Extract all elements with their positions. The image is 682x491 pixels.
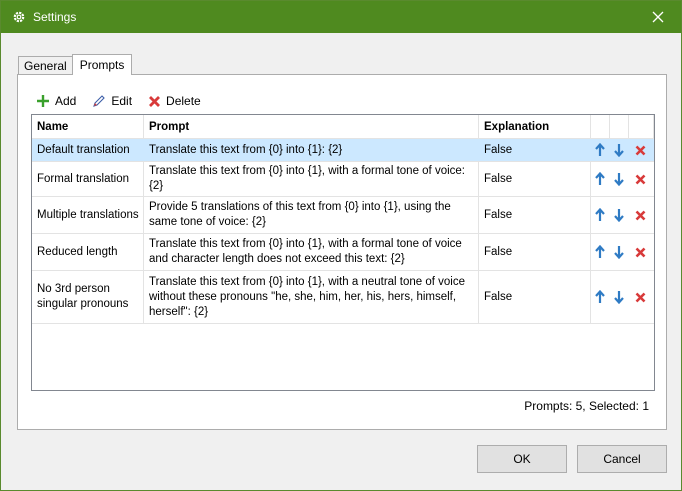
table-row[interactable]: Multiple translations Provide 5 translat… xyxy=(32,197,654,234)
grid-header: Name Prompt Explanation xyxy=(32,115,654,139)
cell-name: No 3rd person singular pronouns xyxy=(32,271,144,323)
move-up-button[interactable] xyxy=(591,271,610,323)
arrow-down-icon xyxy=(613,246,624,259)
column-header-name[interactable]: Name xyxy=(32,115,144,139)
delete-button[interactable]: Delete xyxy=(148,94,201,108)
close-button[interactable] xyxy=(635,1,681,33)
column-header-move-down xyxy=(610,115,629,139)
table-row[interactable]: Reduced length Translate this text from … xyxy=(32,234,654,271)
column-header-explanation[interactable]: Explanation xyxy=(479,115,591,139)
move-up-button[interactable] xyxy=(591,197,610,233)
move-down-button[interactable] xyxy=(610,271,629,323)
move-down-button[interactable] xyxy=(610,197,629,233)
cell-explanation: False xyxy=(479,234,591,270)
arrow-up-icon xyxy=(594,143,605,156)
close-icon xyxy=(652,11,664,23)
arrow-up-icon xyxy=(594,172,605,185)
gear-icon xyxy=(12,10,26,24)
arrow-down-icon xyxy=(613,173,624,186)
table-row[interactable]: No 3rd person singular pronouns Translat… xyxy=(32,271,654,324)
arrow-down-icon xyxy=(613,144,624,157)
tab-general[interactable]: General xyxy=(18,56,73,75)
pencil-icon xyxy=(92,94,106,108)
delete-x-icon xyxy=(148,95,161,108)
remove-row-button[interactable] xyxy=(629,162,654,196)
cell-prompt: Provide 5 translations of this text from… xyxy=(144,197,479,233)
status-text: Prompts: 5, Selected: 1 xyxy=(524,399,649,413)
delete-x-icon xyxy=(635,210,646,220)
remove-row-button[interactable] xyxy=(629,197,654,233)
cell-prompt: Translate this text from {0} into {1}: {… xyxy=(144,139,479,161)
arrow-down-icon xyxy=(613,209,624,222)
move-up-button[interactable] xyxy=(591,234,610,270)
cell-name: Default translation xyxy=(32,139,144,161)
move-up-button[interactable] xyxy=(591,139,610,161)
arrow-up-icon xyxy=(594,290,605,303)
delete-x-icon xyxy=(635,145,646,155)
cell-name: Multiple translations xyxy=(32,197,144,233)
move-down-button[interactable] xyxy=(610,139,629,161)
arrow-up-icon xyxy=(594,208,605,221)
cell-prompt: Translate this text from {0} into {1}, w… xyxy=(144,234,479,270)
remove-row-button[interactable] xyxy=(629,139,654,161)
cell-explanation: False xyxy=(479,271,591,323)
tab-strip: General Prompts xyxy=(18,54,133,75)
column-header-prompt[interactable]: Prompt xyxy=(144,115,479,139)
cell-explanation: False xyxy=(479,139,591,161)
edit-button[interactable]: Edit xyxy=(92,94,132,108)
settings-window: Settings General Prompts Add Edit Delete… xyxy=(0,0,682,491)
plus-icon xyxy=(36,94,50,108)
remove-row-button[interactable] xyxy=(629,234,654,270)
move-down-button[interactable] xyxy=(610,234,629,270)
cell-explanation: False xyxy=(479,197,591,233)
window-title: Settings xyxy=(33,10,77,24)
cell-prompt: Translate this text from {0} into {1}, w… xyxy=(144,271,479,323)
add-button[interactable]: Add xyxy=(36,94,76,108)
prompts-panel: Add Edit Delete Name Prompt Explanation xyxy=(17,74,667,430)
arrow-down-icon xyxy=(613,291,624,304)
table-row[interactable]: Formal translation Translate this text f… xyxy=(32,162,654,197)
add-label: Add xyxy=(55,94,77,108)
arrow-up-icon xyxy=(594,245,605,258)
cancel-button[interactable]: Cancel xyxy=(577,445,667,473)
prompts-grid: Name Prompt Explanation Default translat… xyxy=(31,114,655,391)
move-down-button[interactable] xyxy=(610,162,629,196)
remove-row-button[interactable] xyxy=(629,271,654,323)
move-up-button[interactable] xyxy=(591,162,610,196)
delete-x-icon xyxy=(635,247,646,257)
delete-x-icon xyxy=(635,174,646,184)
table-row[interactable]: Default translation Translate this text … xyxy=(32,139,654,162)
delete-label: Delete xyxy=(166,94,201,108)
tab-prompts[interactable]: Prompts xyxy=(71,54,133,75)
cell-prompt: Translate this text from {0} into {1}, w… xyxy=(144,162,479,196)
toolbar: Add Edit Delete xyxy=(36,91,217,111)
ok-button[interactable]: OK xyxy=(477,445,567,473)
column-header-move-up xyxy=(591,115,610,139)
column-header-remove xyxy=(629,115,654,139)
cell-name: Reduced length xyxy=(32,234,144,270)
cell-explanation: False xyxy=(479,162,591,196)
delete-x-icon xyxy=(635,292,646,302)
cell-name: Formal translation xyxy=(32,162,144,196)
edit-label: Edit xyxy=(111,94,133,108)
title-bar: Settings xyxy=(1,1,681,33)
